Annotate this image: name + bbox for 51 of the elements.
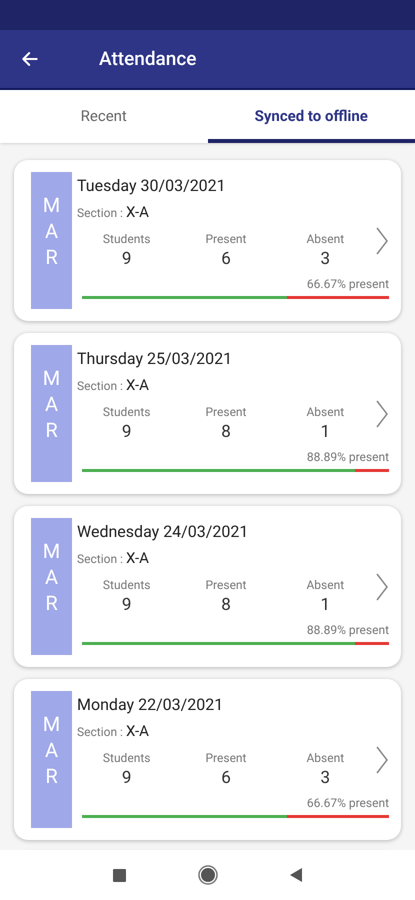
month-label: MAR bbox=[31, 172, 72, 309]
stat-value: 6 bbox=[221, 766, 231, 788]
stat-value: 3 bbox=[320, 248, 330, 270]
date-text: Thursday 25/03/2021 bbox=[77, 349, 234, 369]
stat-label: Present bbox=[205, 404, 246, 420]
stat-label: Present bbox=[205, 750, 246, 766]
attendance-card[interactable]: MAR Monday 22/03/2021 Section : X-A Students 9 Present 6 Absent 3 66.67% present bbox=[14, 679, 401, 840]
percent-text: 88.89% present bbox=[306, 622, 389, 638]
stat-value: 9 bbox=[122, 766, 132, 788]
stat-label: Students bbox=[102, 230, 150, 248]
section-label: Section : bbox=[77, 551, 123, 568]
stat-label: Absent bbox=[306, 404, 344, 420]
stat-value: 6 bbox=[221, 248, 231, 270]
stat-label: Students bbox=[102, 576, 150, 594]
stat-label: Students bbox=[102, 404, 150, 420]
stat-label: Present bbox=[205, 230, 246, 248]
section-value: X-A bbox=[126, 202, 149, 223]
section-label: Section : bbox=[77, 378, 123, 395]
section-value: X-A bbox=[126, 548, 149, 569]
month-label: MAR bbox=[31, 691, 72, 828]
month-label: MAR bbox=[31, 345, 72, 482]
attendance-card[interactable]: MAR Wednesday 24/03/2021 Section : X-A Students 9 Present 8 Absent 1 88.89% present bbox=[14, 506, 401, 667]
stat-value: 8 bbox=[221, 594, 231, 616]
date-text: Tuesday 30/03/2021 bbox=[77, 176, 227, 196]
tab[interactable]: Synced to offline bbox=[208, 90, 415, 143]
attendance-card[interactable]: MAR Tuesday 30/03/2021 Section : X-A Students 9 Present 6 Absent 3 66.67% present bbox=[14, 160, 401, 321]
stat-value: 3 bbox=[320, 766, 330, 788]
stat-value: 1 bbox=[320, 420, 330, 442]
stat-value: 9 bbox=[122, 248, 132, 270]
percent-text: 88.89% present bbox=[306, 448, 389, 466]
date-text: Wednesday 24/03/2021 bbox=[77, 522, 250, 542]
stat-value: 9 bbox=[122, 594, 132, 616]
stat-value: 9 bbox=[122, 420, 132, 442]
tab[interactable]: Recent bbox=[0, 90, 208, 143]
stat-label: Students bbox=[102, 750, 150, 766]
month-label: MAR bbox=[31, 518, 72, 655]
page-title: Attendance bbox=[99, 46, 196, 72]
percent-text: 66.67% present bbox=[306, 794, 389, 812]
section-value: X-A bbox=[126, 721, 149, 742]
stat-label: Absent bbox=[306, 230, 344, 248]
percent-text: 66.67% present bbox=[306, 276, 389, 292]
stat-value: 1 bbox=[320, 594, 330, 616]
section-label: Section : bbox=[77, 205, 123, 222]
stat-value: 8 bbox=[221, 420, 231, 442]
stat-label: Absent bbox=[306, 576, 344, 594]
section-value: X-A bbox=[126, 375, 149, 396]
section-label: Section : bbox=[77, 724, 123, 741]
stat-label: Absent bbox=[306, 750, 344, 766]
date-text: Monday 22/03/2021 bbox=[77, 695, 224, 715]
attendance-card[interactable]: MAR Thursday 25/03/2021 Section : X-A Students 9 Present 8 Absent 1 88.89% present bbox=[14, 333, 401, 494]
stat-label: Present bbox=[205, 576, 246, 594]
